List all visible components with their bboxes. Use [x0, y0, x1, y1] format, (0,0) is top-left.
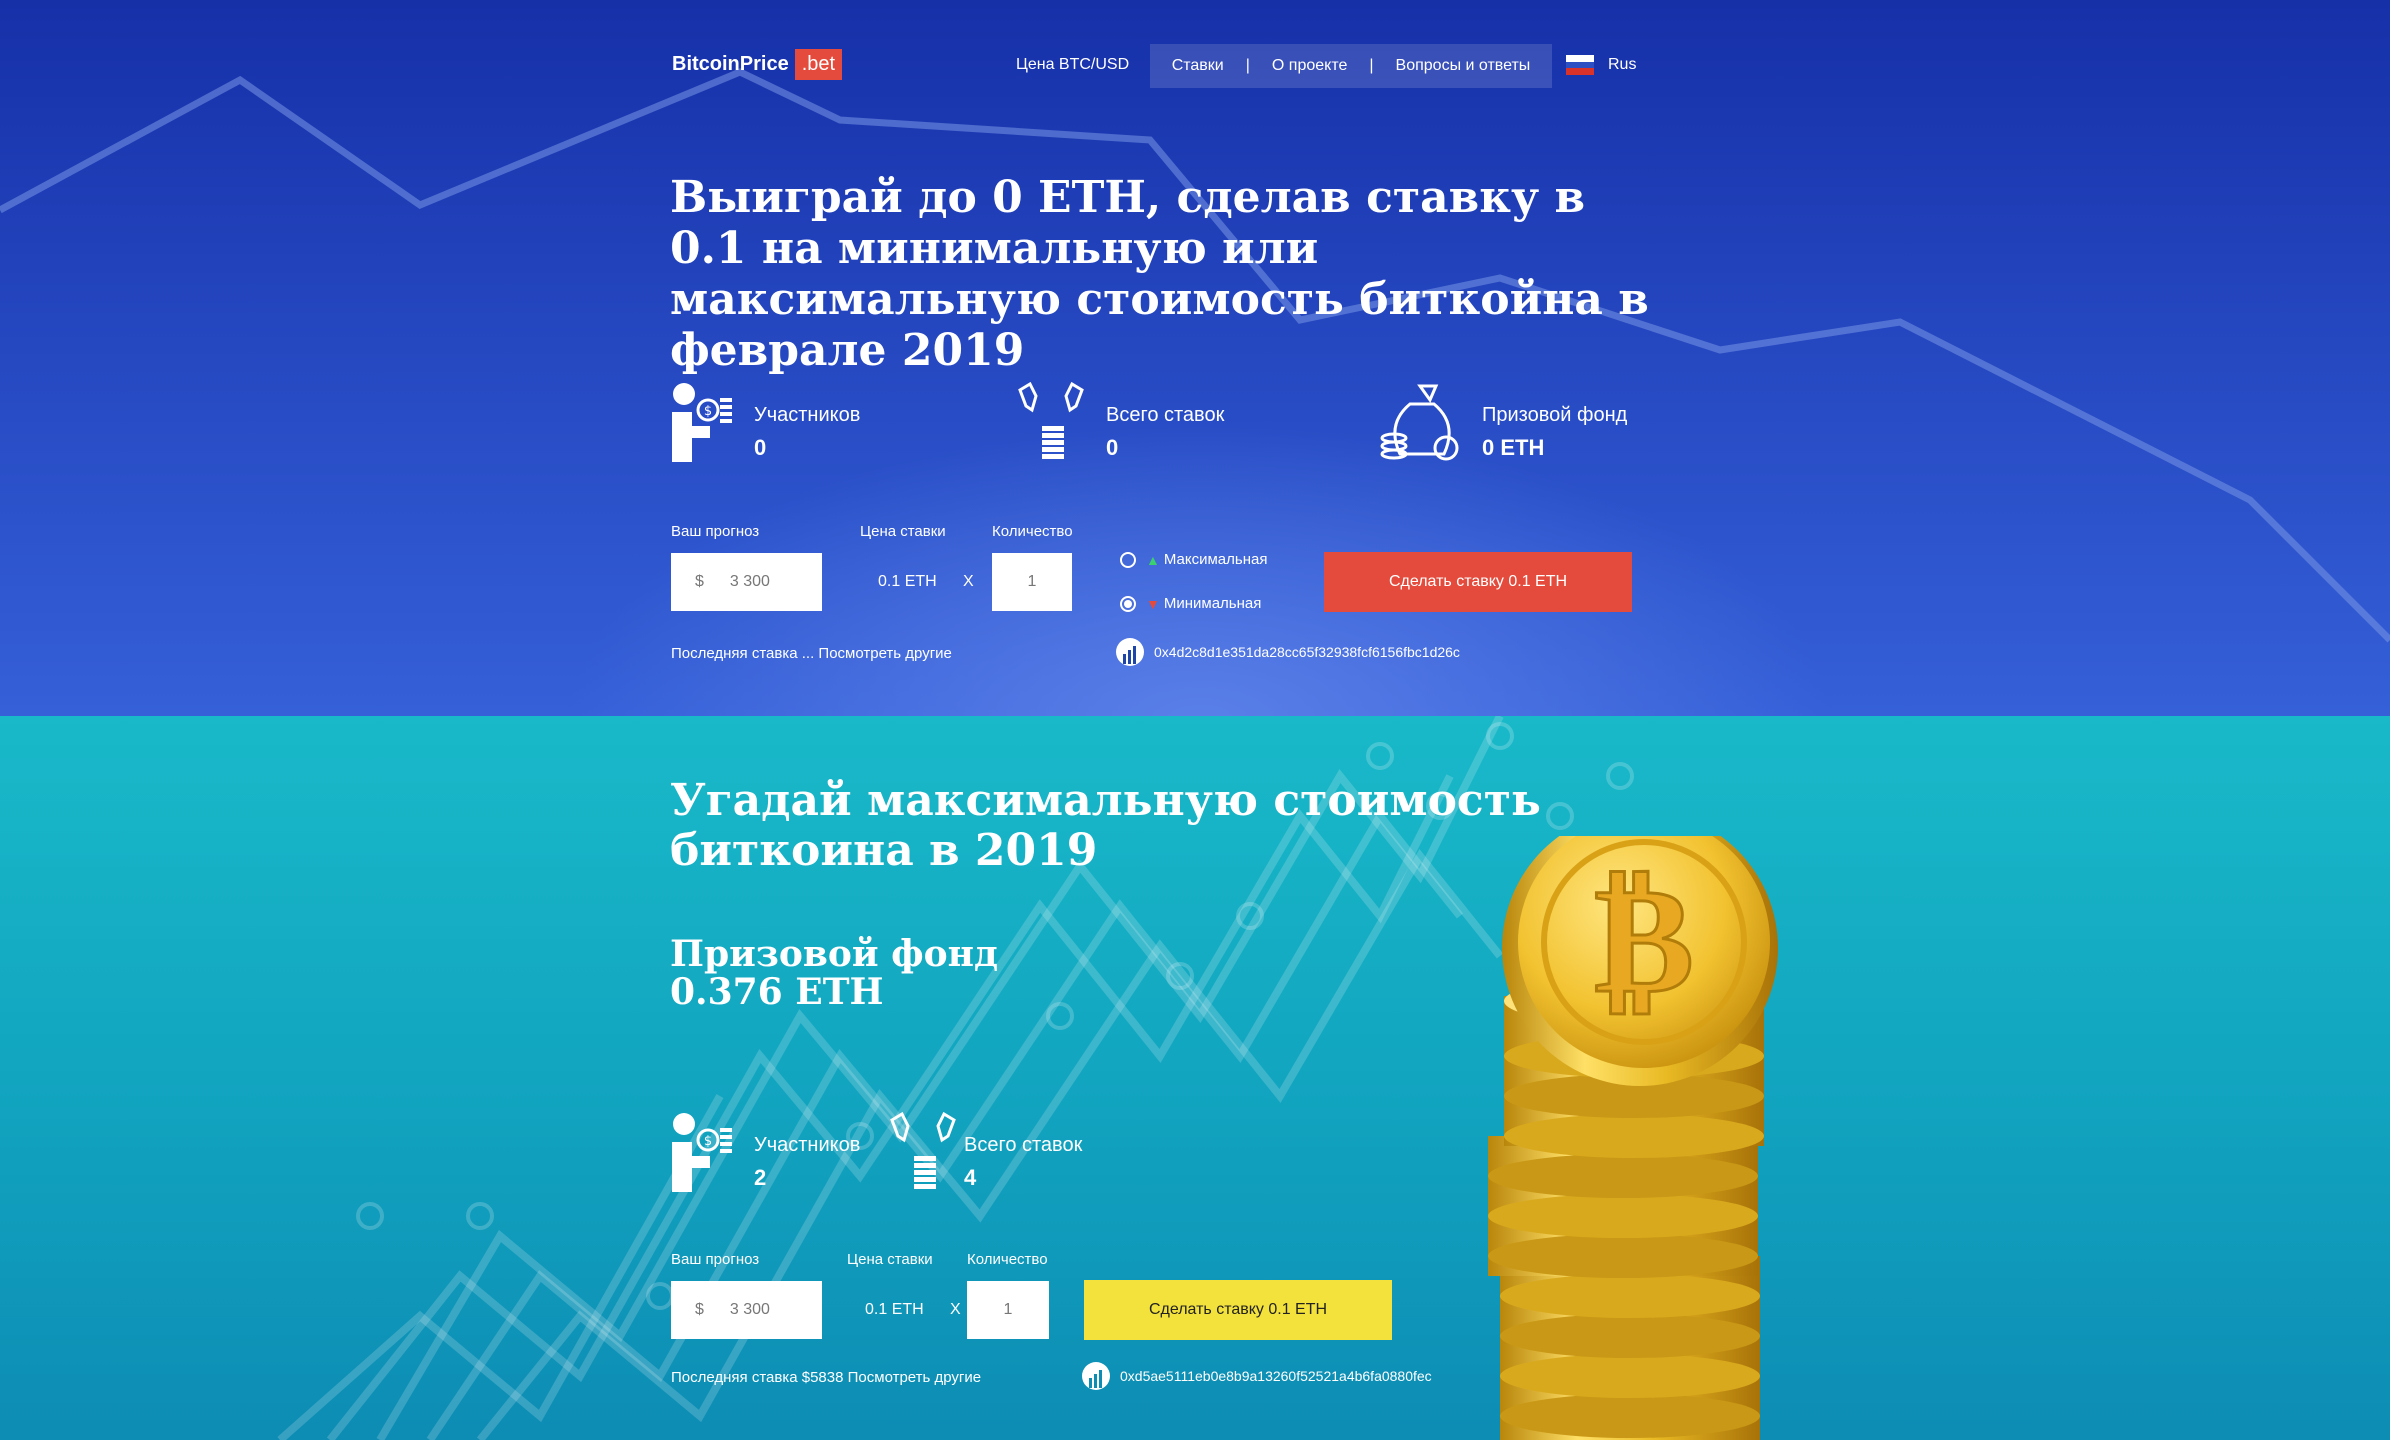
- nav-separator: |: [1369, 57, 1374, 74]
- forecast-label: Ваш прогноз: [671, 523, 760, 540]
- participants-label: Участников: [754, 1134, 861, 1156]
- svg-text:$: $: [704, 1134, 712, 1149]
- main-nav: Ставки | О проекте | Вопросы и ответы: [1150, 44, 1552, 88]
- place-bet-button[interactable]: Сделать ставку 0.1 ETH: [1324, 552, 1632, 612]
- fund-stat: Призовой фонд 0 ETH: [1380, 382, 1627, 464]
- svg-text:$: $: [704, 404, 712, 419]
- participants-stat: $ Участников 0: [670, 382, 860, 464]
- quantity-label: Количество: [967, 1251, 1048, 1268]
- currency-symbol: $: [695, 573, 704, 590]
- language-label: Rus: [1608, 56, 1637, 73]
- hero-title: Выиграй до 0 ETH, сделав ставку в 0.1 на…: [670, 172, 1649, 376]
- participants-label: Участников: [754, 404, 861, 426]
- last-bet-link[interactable]: Последняя ставка $5838 Посмотреть другие: [671, 1369, 981, 1386]
- hero-section: BitcoinPrice .bet Цена BTC/USD Ставки | …: [0, 0, 2390, 716]
- option-max-radio[interactable]: ▲ Максимальная: [1120, 551, 1267, 568]
- yearly-bet-section: ₿ Угадай максимальную стоимость биткоина…: [0, 716, 2390, 1440]
- option-min-label: Минимальная: [1163, 595, 1262, 612]
- price-label: Цена ставки: [860, 523, 946, 540]
- logo-text: BitcoinPrice: [672, 52, 789, 75]
- currency-symbol: $: [695, 1301, 704, 1318]
- quantity-input[interactable]: 1: [967, 1281, 1049, 1339]
- nav-link-about[interactable]: О проекте: [1272, 57, 1347, 75]
- hands-coins-icon: [1018, 382, 1084, 459]
- down-arrow-icon: ▼: [1146, 595, 1160, 612]
- option-max-label: Максимальная: [1163, 551, 1268, 568]
- contract-chart-icon: [1082, 1362, 1110, 1390]
- russia-flag-icon: [1566, 55, 1594, 76]
- option-min-radio[interactable]: ▼ Минимальная: [1120, 595, 1261, 612]
- yearly-title: Угадай максимальную стоимость биткоина в…: [670, 775, 1541, 876]
- participants-value: 0: [754, 435, 767, 460]
- nav-link-faq[interactable]: Вопросы и ответы: [1396, 57, 1531, 75]
- svg-text:₿: ₿: [1594, 853, 1694, 1027]
- bet-price-value: 0.1 ETH: [865, 1301, 924, 1318]
- forecast-label: Ваш прогноз: [671, 1251, 760, 1268]
- yearly-bets-stat: Всего ставок 4: [888, 1112, 1082, 1192]
- participant-coins-icon: $: [672, 383, 732, 462]
- yearly-participants-stat: $ Участников 2: [670, 1112, 860, 1194]
- money-bag-icon: [1380, 384, 1459, 461]
- contract-address[interactable]: 0xd5ae5111eb0e8b9a13260f52521a4b6fa0880f…: [1082, 1362, 1432, 1390]
- nav-link-btc-price[interactable]: Цена BTC/USD: [1016, 56, 1129, 74]
- price-label: Цена ставки: [847, 1251, 933, 1268]
- radio-checked-icon: [1120, 595, 1136, 612]
- fund-value: 0 ETH: [1482, 435, 1545, 460]
- forecast-value: 3 300: [729, 1301, 770, 1318]
- yearly-fund-value: 0.376 ETH: [670, 971, 884, 1013]
- forecast-input[interactable]: $ 3 300: [671, 553, 822, 611]
- yearly-fund-title: Призовой фонд: [670, 933, 998, 975]
- participant-coins-icon: $: [672, 1113, 732, 1192]
- bets-label: Всего ставок: [1106, 404, 1225, 426]
- multiply-sign: X: [950, 1301, 961, 1318]
- bets-label: Всего ставок: [964, 1134, 1083, 1156]
- up-arrow-icon: ▲: [1146, 551, 1160, 568]
- quantity-value: 1: [1027, 573, 1037, 590]
- multiply-sign: X: [963, 573, 974, 590]
- language-selector[interactable]: Rus: [1566, 55, 1637, 76]
- contract-address[interactable]: 0x4d2c8d1e351da28cc65f32938fcf6156fbc1d2…: [1116, 638, 1460, 666]
- quantity-label: Количество: [992, 523, 1073, 540]
- bets-value: 4: [964, 1165, 977, 1190]
- participants-value: 2: [754, 1165, 767, 1190]
- nav-separator: |: [1245, 57, 1250, 74]
- quantity-input[interactable]: 1: [992, 553, 1072, 611]
- last-bet-link[interactable]: Последняя ставка ... Посмотреть другие: [671, 645, 952, 662]
- forecast-value: 3 300: [729, 573, 770, 590]
- fund-label: Призовой фонд: [1482, 404, 1628, 426]
- bitcoin-coin-stack-image: ₿: [1488, 836, 1778, 1440]
- nav-link-bets[interactable]: Ставки: [1172, 57, 1224, 75]
- contract-hash: 0x4d2c8d1e351da28cc65f32938fcf6156fbc1d2…: [1154, 644, 1460, 660]
- place-bet-button[interactable]: Сделать ставку 0.1 ETH: [1084, 1280, 1392, 1340]
- quantity-value: 1: [1003, 1301, 1013, 1318]
- bet-price-value: 0.1 ETH: [878, 573, 937, 590]
- forecast-input[interactable]: $ 3 300: [671, 1281, 822, 1339]
- logo[interactable]: BitcoinPrice .bet: [672, 44, 843, 84]
- hands-coins-icon: [890, 1112, 956, 1189]
- bets-value: 0: [1106, 435, 1119, 460]
- radio-unchecked-icon: [1120, 551, 1136, 568]
- contract-hash: 0xd5ae5111eb0e8b9a13260f52521a4b6fa0880f…: [1120, 1368, 1432, 1384]
- bets-stat: Всего ставок 0: [1016, 382, 1224, 462]
- logo-badge: .bet: [794, 48, 843, 80]
- contract-chart-icon: [1116, 638, 1144, 666]
